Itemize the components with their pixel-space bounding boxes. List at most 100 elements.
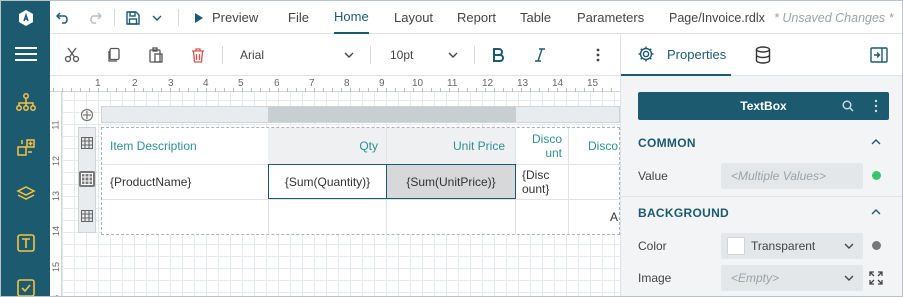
chevron-down-icon xyxy=(844,275,854,281)
properties-panel: Properties TextBox COMMON Value <Multipl… xyxy=(620,34,902,296)
ruler-number: 10 xyxy=(412,78,424,89)
save-options-chevron-icon[interactable] xyxy=(152,1,166,34)
tab-properties[interactable]: Properties xyxy=(621,34,731,76)
preview-button[interactable]: Preview xyxy=(194,1,258,34)
cut-icon[interactable] xyxy=(60,34,84,76)
tab-parameters[interactable]: Parameters xyxy=(577,1,644,34)
image-label: Image xyxy=(638,271,672,285)
chevron-down-icon xyxy=(344,52,354,58)
table-move-handle-icon[interactable] xyxy=(78,106,96,124)
unsaved-status: * Unsaved Changes * xyxy=(774,1,894,34)
ruler-number: 3 xyxy=(168,78,174,89)
copy-icon[interactable] xyxy=(102,34,126,76)
more-options-icon[interactable] xyxy=(874,99,878,113)
ruler-number: 8 xyxy=(344,78,350,89)
font-size-value: 10pt xyxy=(390,48,414,62)
more-options-icon[interactable] xyxy=(588,34,608,76)
bold-icon[interactable] xyxy=(486,34,510,76)
ruler-number: 7 xyxy=(309,78,315,89)
font-family-select[interactable]: Arial xyxy=(232,34,362,76)
ruler-number: 9 xyxy=(379,78,385,89)
delete-icon[interactable] xyxy=(186,34,210,76)
detail-cell-unit-price[interactable]: {Sum(UnitPrice)} xyxy=(386,164,516,199)
chevron-up-icon[interactable] xyxy=(871,209,881,215)
ruler-number: 11 xyxy=(447,78,458,89)
detail-cell-product-name[interactable]: {ProductName} xyxy=(110,164,268,199)
paste-icon[interactable] xyxy=(144,34,168,76)
tab-label: Home xyxy=(334,9,369,24)
search-icon[interactable] xyxy=(842,100,854,112)
checkbox-tool-icon[interactable] xyxy=(1,271,50,296)
ruler-number: 1 xyxy=(95,78,101,89)
ruler-number: 12 xyxy=(51,155,62,167)
selection-title: TextBox xyxy=(740,99,787,113)
tab-data[interactable] xyxy=(749,34,777,76)
report-parts-icon[interactable] xyxy=(1,131,50,165)
undo-icon[interactable] xyxy=(56,1,72,34)
home-toolbar: Arial 10pt xyxy=(50,34,620,76)
ruler-number: 11 xyxy=(50,120,61,130)
image-value: <Empty> xyxy=(731,271,780,285)
header-cell-unit-price[interactable]: Unit Price xyxy=(387,128,505,164)
ruler-number: 13 xyxy=(51,190,62,202)
divider xyxy=(178,9,179,26)
color-status-dot xyxy=(872,241,881,250)
font-size-select[interactable]: 10pt xyxy=(382,34,466,76)
detail-cell-quantity[interactable]: {Sum(Quantity)} xyxy=(268,164,387,199)
tab-label: Table xyxy=(520,10,552,25)
tab-label: Layout xyxy=(394,10,434,25)
horizontal-ruler: 1 2 3 4 5 6 7 8 9 10 11 12 13 14 15 xyxy=(50,76,620,92)
value-status-dot xyxy=(872,171,881,180)
menu-bar: Preview File Home Layout Report Table Pa… xyxy=(50,1,902,34)
report-table: Item Description Qty Unit Price Disco un… xyxy=(101,127,620,235)
selected-columns-handle[interactable] xyxy=(268,107,516,122)
tab-report[interactable]: Report xyxy=(457,1,496,34)
tab-layout[interactable]: Layout xyxy=(394,1,433,34)
selection-title-bar: TextBox xyxy=(638,92,889,120)
color-label: Color xyxy=(638,239,667,253)
play-icon xyxy=(195,12,203,23)
table-footer-row-icon[interactable] xyxy=(80,209,94,223)
value-field[interactable]: <Multiple Values> xyxy=(721,163,863,189)
collapse-panel-icon[interactable] xyxy=(867,34,891,76)
header-cell-item-description[interactable]: Item Description xyxy=(110,128,268,164)
tab-home[interactable]: Home xyxy=(334,1,369,34)
italic-icon[interactable] xyxy=(528,34,552,76)
textbox-tool-icon[interactable] xyxy=(1,226,50,260)
header-cell-discount-partial[interactable]: Disco xyxy=(588,128,620,164)
footer-cell-partial[interactable]: A xyxy=(610,200,620,234)
tab-label: File xyxy=(288,10,309,25)
unsaved-status-text: * Unsaved Changes * xyxy=(774,10,894,25)
vertical-ruler: 11 12 13 14 15 16 xyxy=(50,92,62,296)
ruler-number: 15 xyxy=(51,261,62,273)
ruler-number: 6 xyxy=(274,78,280,89)
divider xyxy=(370,46,371,64)
header-cell-qty[interactable]: Qty xyxy=(268,128,378,164)
column-handle-bar[interactable] xyxy=(101,106,620,123)
data-tree-icon[interactable] xyxy=(1,85,50,119)
layers-icon[interactable] xyxy=(1,177,50,211)
design-surface[interactable]: 1 2 3 4 5 6 7 8 9 10 11 12 13 14 15 11 1… xyxy=(50,76,620,296)
ruler-number: 4 xyxy=(203,78,209,89)
tab-file[interactable]: File xyxy=(288,1,309,34)
ruler-number: 2 xyxy=(132,78,138,89)
save-icon[interactable] xyxy=(126,1,142,34)
section-background-title: BACKGROUND xyxy=(638,206,729,220)
expand-icon[interactable] xyxy=(869,271,883,285)
image-select[interactable]: <Empty> xyxy=(721,265,863,291)
ruler-number: 13 xyxy=(517,78,529,89)
header-cell-discount[interactable]: Disco unt xyxy=(520,129,562,163)
table-header-row-icon[interactable] xyxy=(80,136,94,150)
hamburger-menu-icon[interactable] xyxy=(1,37,50,71)
divider xyxy=(474,46,475,64)
chevron-up-icon[interactable] xyxy=(871,139,881,145)
tab-table[interactable]: Table xyxy=(520,1,551,34)
left-rail xyxy=(1,1,50,296)
detail-cell-discount[interactable]: {Disc ount} xyxy=(522,165,562,198)
redo-icon[interactable] xyxy=(88,1,104,34)
color-select[interactable]: Transparent xyxy=(721,233,863,259)
ruler-number: 14 xyxy=(51,225,62,237)
table-detail-row-icon[interactable] xyxy=(79,171,95,187)
database-icon xyxy=(755,46,771,64)
logo-icon xyxy=(1,1,50,34)
